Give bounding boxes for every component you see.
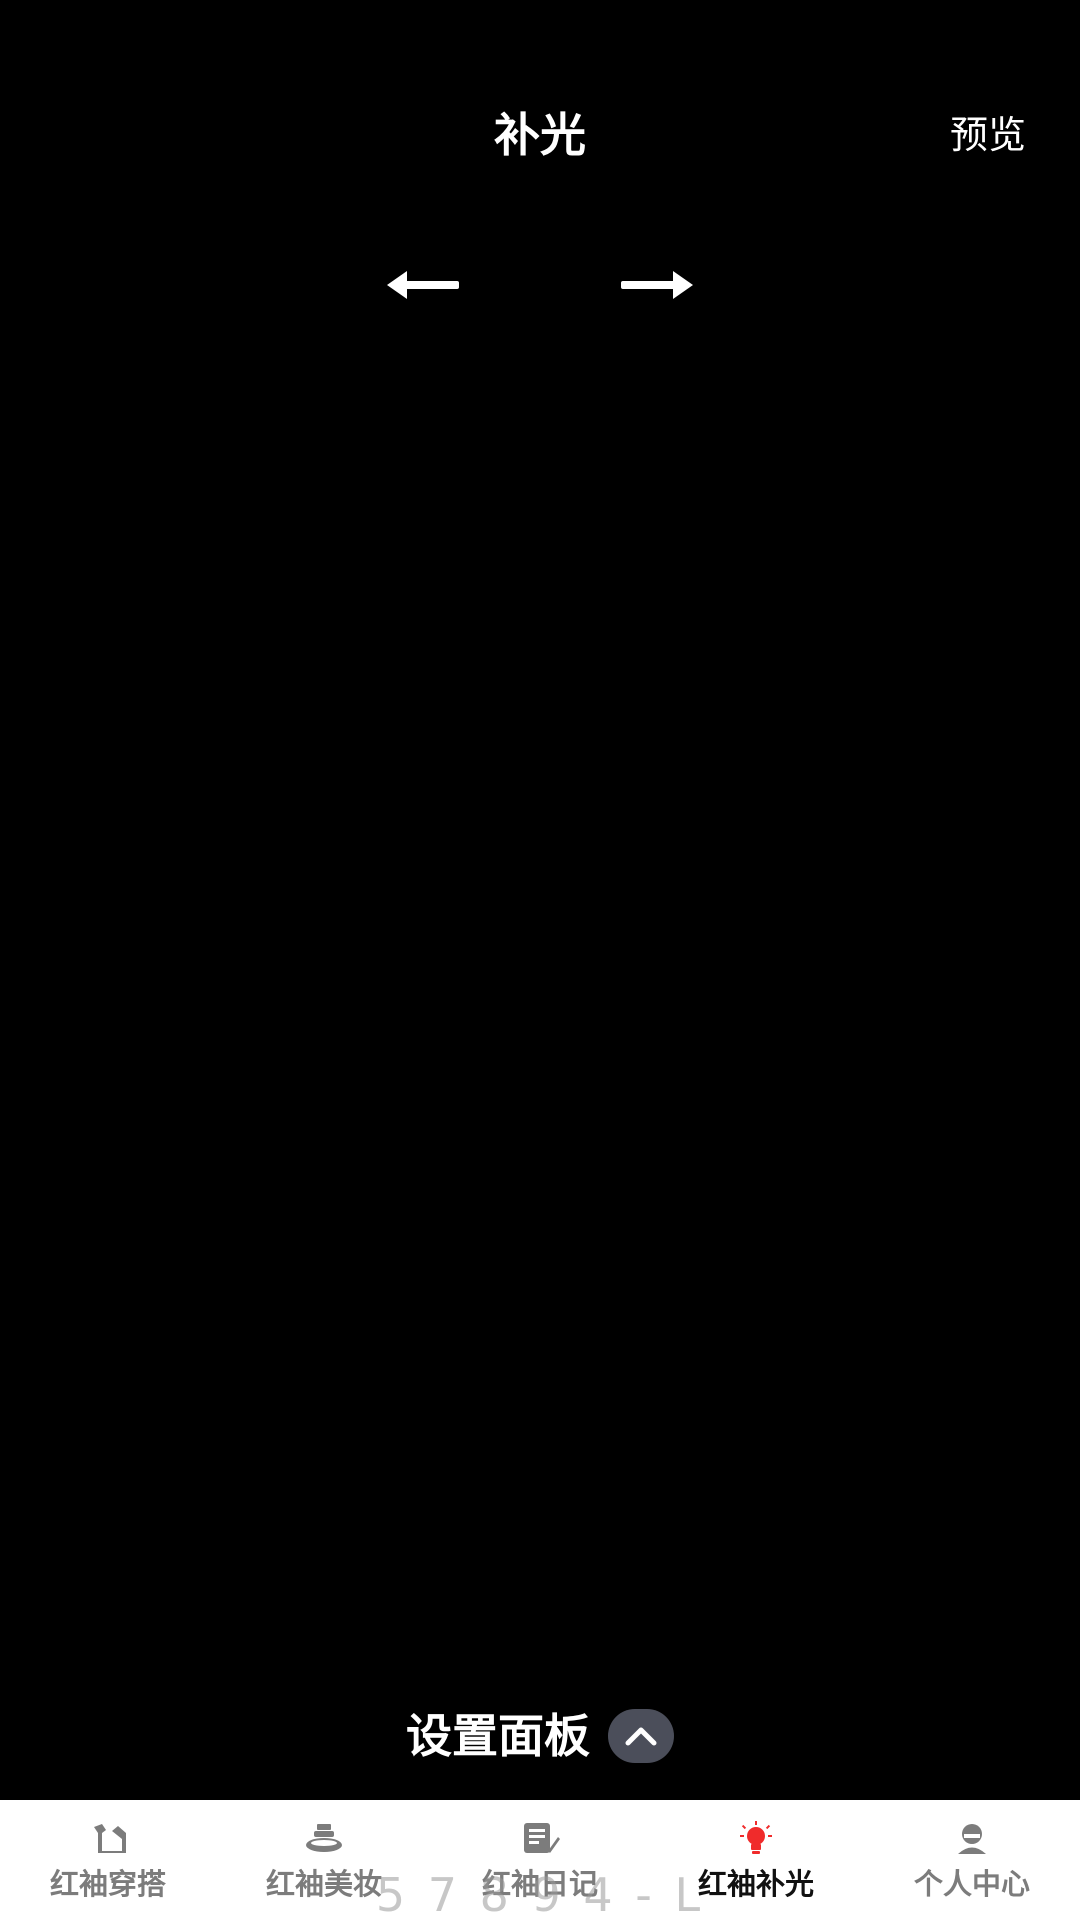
previous-button[interactable] [378, 255, 468, 315]
settings-panel-toggle[interactable]: 设置面板 [0, 1704, 1080, 1768]
bottom-navigation: 红袖穿搭 红袖美妆 红袖日记 红袖补光 个人中心 [0, 1800, 1080, 1920]
settings-panel-label: 设置面板 [406, 1709, 590, 1763]
preview-button[interactable]: 预览 [946, 102, 1030, 168]
nav-label: 红袖日记 [481, 1867, 598, 1901]
bulb-icon [740, 1821, 772, 1854]
nav-label: 红袖穿搭 [49, 1867, 166, 1901]
nav-label: 个人中心 [913, 1867, 1030, 1901]
nav-item-fill-light[interactable]: 红袖补光 [648, 1800, 864, 1920]
nav-item-makeup[interactable]: 红袖美妆 [216, 1800, 432, 1920]
page-title: 补光 [494, 108, 586, 162]
diary-icon [524, 1823, 560, 1853]
fill-light-screen: 补光 预览 设置面板 红袖穿搭 红袖美妆 红袖日记 红袖补光 个人中心 5 7 … [0, 0, 1080, 1920]
arrow-right-icon [621, 271, 693, 299]
outfit-icon [94, 1824, 126, 1853]
arrow-left-icon [387, 271, 459, 299]
nav-item-diary[interactable]: 红袖日记 [432, 1800, 648, 1920]
nav-item-outfit[interactable]: 红袖穿搭 [0, 1800, 216, 1920]
chevron-up-icon [625, 1727, 657, 1746]
settings-panel-expand-button[interactable] [608, 1709, 674, 1763]
nav-label: 红袖美妆 [265, 1867, 382, 1901]
makeup-icon [306, 1824, 342, 1852]
next-button[interactable] [612, 255, 702, 315]
nav-label: 红袖补光 [697, 1867, 814, 1901]
nav-item-profile[interactable]: 个人中心 [864, 1800, 1080, 1920]
profile-icon [958, 1824, 986, 1854]
